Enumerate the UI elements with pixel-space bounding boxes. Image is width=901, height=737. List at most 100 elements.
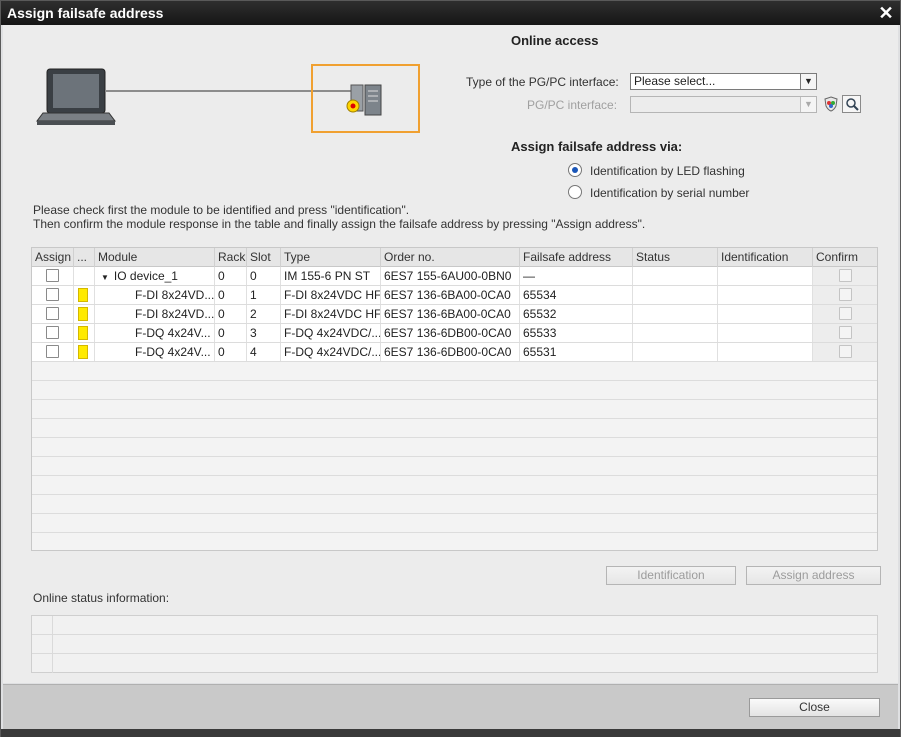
slot-cell: 0 (247, 267, 281, 285)
identification-button[interactable]: Identification (606, 566, 736, 585)
online-status-box (31, 615, 878, 673)
radio-serial-number-label: Identification by serial number (590, 186, 750, 200)
col-confirm[interactable]: Confirm (813, 248, 877, 267)
assign-address-button[interactable]: Assign address (746, 566, 881, 585)
empty-row (32, 438, 877, 457)
confirm-checkbox[interactable] (839, 326, 852, 339)
shield-icon[interactable] (823, 96, 839, 112)
radio-led-flashing[interactable] (568, 163, 582, 177)
table-row[interactable]: F-DQ 4x24V... 0 4 F-DQ 4x24VDC/... 6ES7 … (32, 343, 877, 362)
close-button[interactable]: Close (749, 698, 880, 717)
table-row[interactable]: ▼ IO device_1 0 0 IM 155-6 PN ST 6ES7 155… (32, 267, 877, 286)
failsafe-address-cell: 65531 (520, 343, 633, 361)
module-name: F-DI 8x24VD... (95, 286, 215, 304)
module-color-swatch (78, 326, 88, 340)
rack-cell: 0 (215, 286, 247, 304)
empty-row (32, 362, 877, 381)
online-access-heading: Online access (511, 33, 599, 48)
status-cell (633, 343, 718, 361)
col-slot[interactable]: Slot (247, 248, 281, 267)
identification-cell (718, 267, 813, 285)
identification-cell (718, 324, 813, 342)
interface-type-value: Please select... (634, 74, 716, 88)
empty-row (32, 476, 877, 495)
col-failsafe-address[interactable]: Failsafe address (520, 248, 633, 267)
empty-row (32, 419, 877, 438)
table-row[interactable]: F-DI 8x24VD... 0 2 F-DI 8x24VDC HF 6ES7 … (32, 305, 877, 324)
identification-cell (718, 286, 813, 304)
assign-via-heading: Assign failsafe address via: (511, 139, 683, 154)
col-dots[interactable]: ... (74, 248, 95, 267)
radio-serial-number[interactable] (568, 185, 582, 199)
module-table: Assign ... Module Rack Slot Type Order n… (31, 247, 878, 551)
order-no-cell: 6ES7 136-6BA00-0CA0 (381, 286, 520, 304)
assign-checkbox[interactable] (46, 288, 59, 301)
type-cell: F-DQ 4x24VDC/... (281, 343, 381, 361)
instruction-line-2: Then confirm the module response in the … (33, 217, 646, 231)
type-cell: F-DQ 4x24VDC/... (281, 324, 381, 342)
chevron-down-icon[interactable]: ▼ (800, 97, 816, 112)
assign-checkbox[interactable] (46, 269, 59, 282)
status-cell (633, 324, 718, 342)
col-type[interactable]: Type (281, 248, 381, 267)
table-row[interactable]: F-DI 8x24VD... 0 1 F-DI 8x24VDC HF 6ES7 … (32, 286, 877, 305)
expand-arrow-icon[interactable]: ▼ (101, 273, 109, 282)
col-assign[interactable]: Assign (32, 248, 74, 267)
assign-checkbox[interactable] (46, 326, 59, 339)
order-no-cell: 6ES7 136-6BA00-0CA0 (381, 305, 520, 323)
slot-cell: 1 (247, 286, 281, 304)
interface-type-select[interactable]: Please select... ▼ (630, 73, 817, 90)
type-cell: IM 155-6 PN ST (281, 267, 381, 285)
module-color-swatch (78, 288, 88, 302)
confirm-checkbox[interactable] (839, 288, 852, 301)
failsafe-address-cell: — (520, 267, 633, 285)
empty-row (32, 533, 877, 550)
col-status[interactable]: Status (633, 248, 718, 267)
assign-checkbox[interactable] (46, 345, 59, 358)
order-no-cell: 6ES7 155-6AU00-0BN0 (381, 267, 520, 285)
dialog-title: Assign failsafe address (7, 5, 164, 21)
interface-select[interactable]: ▼ (630, 96, 817, 113)
identification-cell (718, 305, 813, 323)
type-cell: F-DI 8x24VDC HF (281, 305, 381, 323)
rack-cell: 0 (215, 305, 247, 323)
confirm-checkbox[interactable] (839, 345, 852, 358)
confirm-checkbox[interactable] (839, 269, 852, 282)
chevron-down-icon[interactable]: ▼ (800, 74, 816, 89)
failsafe-address-cell: 65534 (520, 286, 633, 304)
status-cell (633, 286, 718, 304)
rack-cell: 0 (215, 343, 247, 361)
module-name: IO device_1 (113, 269, 178, 283)
dialog-window: Assign failsafe address ✕ Online access … (0, 0, 901, 737)
col-rack[interactable]: Rack (215, 248, 247, 267)
slot-cell: 4 (247, 343, 281, 361)
module-color-swatch (78, 307, 88, 321)
close-icon[interactable]: ✕ (876, 3, 896, 23)
module-name: F-DQ 4x24V... (95, 343, 215, 361)
empty-row (32, 514, 877, 533)
table-header: Assign ... Module Rack Slot Type Order n… (32, 248, 877, 267)
empty-row (32, 400, 877, 419)
assign-checkbox[interactable] (46, 307, 59, 320)
confirm-checkbox[interactable] (839, 307, 852, 320)
col-module[interactable]: Module (95, 248, 215, 267)
rack-cell: 0 (215, 267, 247, 285)
dialog-footer: Close (3, 684, 898, 729)
io-device-icon (346, 84, 382, 116)
search-button[interactable] (842, 95, 861, 113)
instruction-line-1: Please check first the module to be iden… (33, 203, 410, 217)
table-row[interactable]: F-DQ 4x24V... 0 3 F-DQ 4x24VDC/... 6ES7 … (32, 324, 877, 343)
title-bar: Assign failsafe address ✕ (1, 1, 900, 25)
empty-row (32, 495, 877, 514)
dialog-content: Online access Type of the PG/PC interfac… (3, 25, 898, 683)
network-graphic (36, 64, 420, 133)
bottom-border (1, 729, 900, 737)
radio-led-flashing-label: Identification by LED flashing (590, 164, 745, 178)
col-identification[interactable]: Identification (718, 248, 813, 267)
status-cell (633, 267, 718, 285)
col-order-no[interactable]: Order no. (381, 248, 520, 267)
status-cell (633, 305, 718, 323)
online-status-label: Online status information: (33, 591, 170, 605)
order-no-cell: 6ES7 136-6DB00-0CA0 (381, 324, 520, 342)
module-name: F-DI 8x24VD... (95, 305, 215, 323)
